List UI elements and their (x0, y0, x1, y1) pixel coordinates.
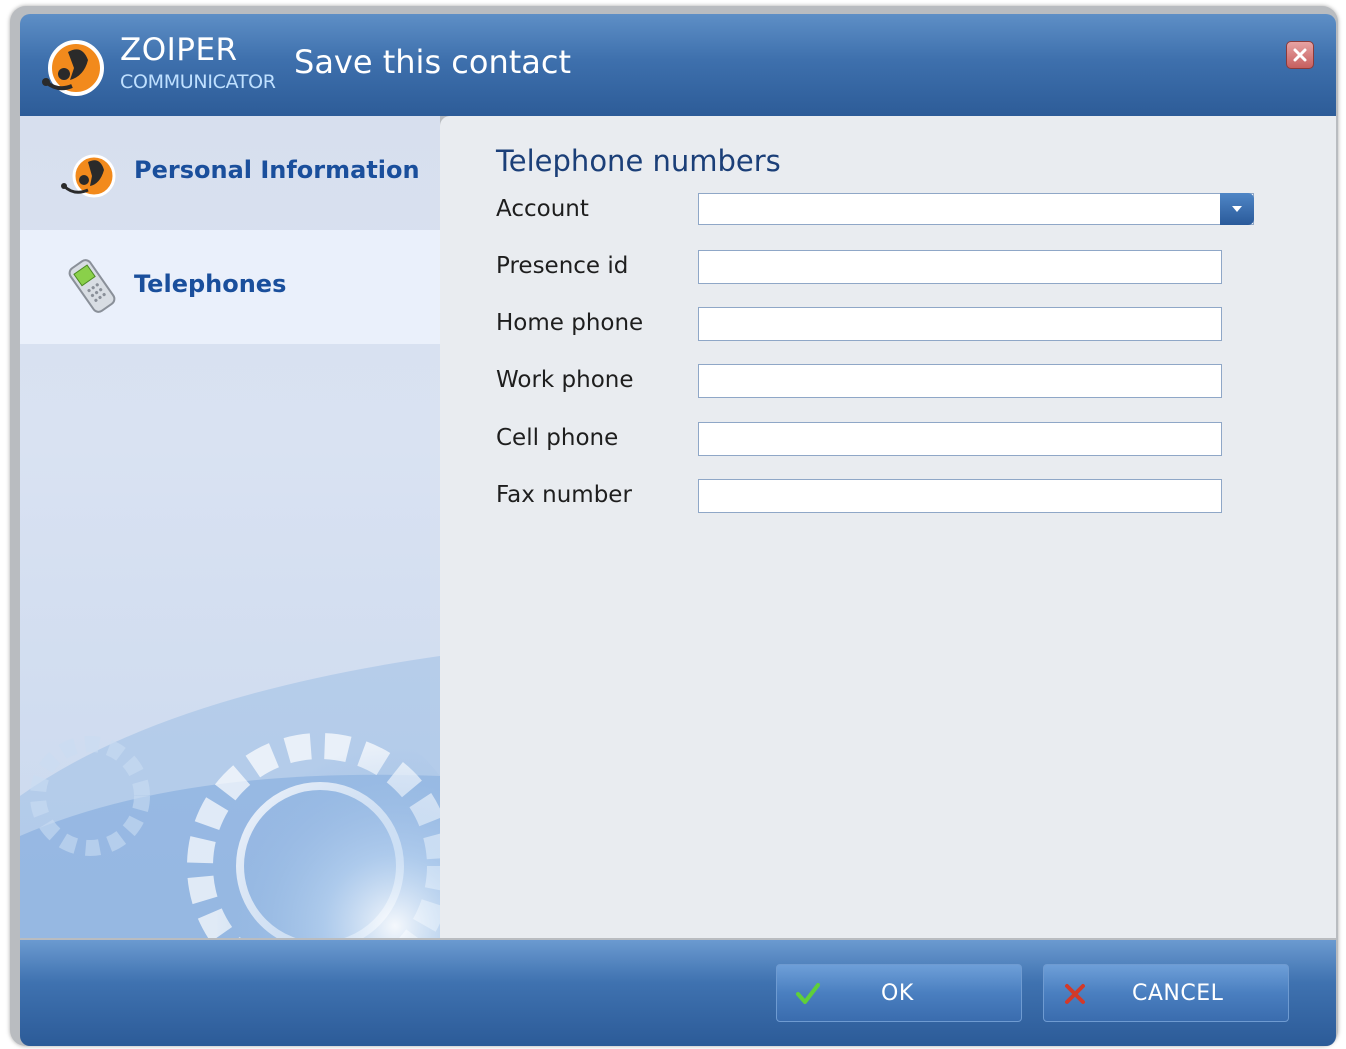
chevron-down-icon (1232, 206, 1242, 212)
headset-person-icon (61, 154, 116, 198)
presence-id-input[interactable] (698, 250, 1222, 284)
gear-background-art (20, 656, 440, 938)
zoiper-logo-icon (42, 40, 104, 96)
content-panel: Telephone numbers Account Presence id Ho… (440, 116, 1336, 938)
brand-name: ZOIPER (120, 32, 238, 68)
sidebar: Personal Information Telephones (20, 116, 440, 938)
close-button[interactable] (1286, 41, 1314, 69)
cancel-button-label: CANCEL (1132, 981, 1224, 1006)
sidebar-item-telephones[interactable]: Telephones (20, 230, 440, 344)
home-phone-input[interactable] (698, 307, 1222, 341)
cell-phone-label: Cell phone (496, 425, 619, 451)
section-title: Telephone numbers (496, 144, 781, 178)
home-phone-label: Home phone (496, 310, 644, 336)
title-bar[interactable]: ZOIPER COMMUNICATOR Save this contact (20, 14, 1336, 116)
ok-button-label: OK (881, 981, 914, 1006)
dialog-title: Save this contact (294, 43, 572, 81)
mobile-phone-icon (68, 259, 116, 313)
cell-phone-input[interactable] (698, 422, 1222, 456)
sidebar-item-label: Personal Information (134, 156, 420, 184)
fax-number-label: Fax number (496, 482, 632, 508)
fax-number-input[interactable] (698, 479, 1222, 513)
footer-bar: OK CANCEL (20, 940, 1336, 1046)
x-icon (1065, 984, 1085, 1004)
presence-id-label: Presence id (496, 253, 629, 279)
account-dropdown-button[interactable] (1220, 193, 1254, 225)
sidebar-item-label: Telephones (134, 270, 287, 298)
work-phone-label: Work phone (496, 367, 634, 393)
cancel-button[interactable]: CANCEL (1043, 964, 1289, 1022)
work-phone-input[interactable] (698, 364, 1222, 398)
close-icon (1293, 48, 1307, 62)
brand-subtitle: COMMUNICATOR (120, 71, 276, 93)
checkmark-icon (796, 983, 820, 1004)
account-label: Account (496, 196, 589, 222)
ok-button[interactable]: OK (776, 964, 1022, 1022)
account-select[interactable] (698, 193, 1254, 225)
sidebar-item-personal-information[interactable]: Personal Information (20, 116, 440, 230)
